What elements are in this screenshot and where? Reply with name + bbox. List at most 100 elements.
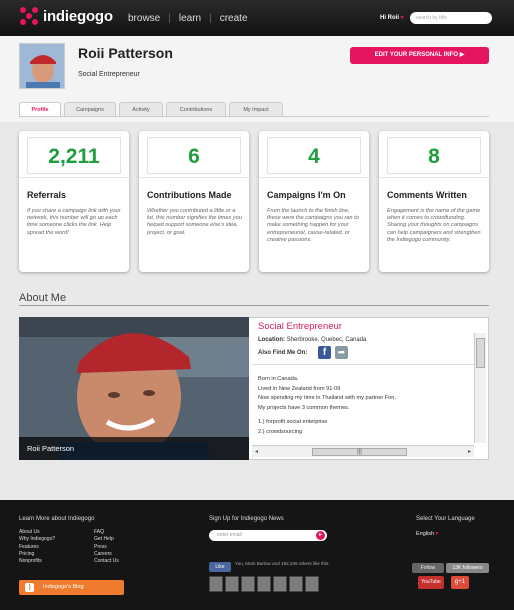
stat-value: 2,211	[27, 137, 121, 174]
language-value: English	[416, 531, 435, 537]
divider	[259, 177, 369, 178]
youtube-icon[interactable]: YouTube	[418, 576, 444, 589]
indiegogo-logo[interactable]: indiegogo	[20, 7, 113, 25]
avatar[interactable]	[209, 576, 223, 592]
language-title: Select Your Language	[416, 516, 475, 522]
bio-line: Born in Canada.	[258, 376, 299, 382]
nav-create[interactable]: create	[220, 13, 248, 24]
profile-role: Social Entrepreneur	[78, 71, 140, 78]
top-navbar: indiegogo browse | learn | create Hi Roi…	[0, 0, 514, 36]
footer-link[interactable]: Why Indiegogo?	[19, 536, 55, 543]
scroll-left-icon[interactable]: ◂	[255, 448, 258, 455]
twitter-follow-button[interactable]: Follow	[412, 563, 444, 573]
search-input[interactable]: search by title	[410, 12, 492, 24]
stat-card-comments: 8 Comments Written Engagement is the nam…	[379, 131, 489, 272]
stat-value: 4	[267, 137, 361, 174]
tab-my-impact[interactable]: My Impact	[229, 102, 283, 116]
profile-tabs: Profile Campaigns Activity Contributions…	[19, 102, 286, 116]
like-text: You, Mark Barlow and 192,345 others like…	[235, 561, 330, 566]
main-nav: browse | learn | create	[128, 13, 248, 24]
tab-contributions[interactable]: Contributions	[166, 102, 226, 116]
scroll-thumb[interactable]	[476, 338, 485, 368]
bio-line: 2.) crowdsourcing	[258, 428, 303, 435]
stat-value: 6	[147, 137, 241, 174]
stat-card-contributions: 6 Contributions Made Whether you contrib…	[139, 131, 249, 272]
scroll-thumb[interactable]: |||	[312, 448, 407, 456]
footer-links-col2: FAQ Get Help Press Careers Contact Us	[94, 529, 119, 565]
vertical-scrollbar[interactable]	[474, 333, 486, 443]
avatar[interactable]	[289, 576, 303, 592]
scroll-right-icon[interactable]: ▸	[468, 448, 471, 455]
about-title: Social Entrepreneur	[258, 321, 342, 332]
stat-value: 8	[387, 137, 481, 174]
stat-label: Campaigns I'm On	[267, 190, 346, 200]
footer-link[interactable]: Nonprofits	[19, 558, 55, 565]
stat-label: Referrals	[27, 190, 67, 200]
stat-card-campaigns: 4 Campaigns I'm On From the launch to th…	[259, 131, 369, 272]
footer-link[interactable]: Get Help	[94, 536, 119, 543]
stat-description: From the launch to the finish line, thes…	[267, 208, 359, 243]
tab-campaigns[interactable]: Campaigns	[64, 102, 116, 116]
horizontal-scrollbar[interactable]: ◂ ||| ▸	[252, 445, 474, 457]
user-menu[interactable]: Hi Roii ▾	[380, 14, 404, 21]
footer-link[interactable]: Careers	[94, 551, 119, 558]
rss-icon: )	[25, 583, 34, 592]
stat-description: Engagement is the name of the game when …	[387, 208, 481, 243]
logo-text: indiegogo	[43, 7, 113, 25]
avatar[interactable]	[257, 576, 271, 592]
divider	[379, 177, 489, 178]
chevron-down-icon: ▾	[435, 531, 439, 537]
stat-label: Comments Written	[387, 190, 467, 200]
newsletter-title: Sign Up for Indiegogo News	[209, 516, 284, 522]
google-plus-button[interactable]: g+1	[451, 576, 469, 589]
bio-line: My projects have 3 common themes.	[258, 404, 350, 411]
nav-learn[interactable]: learn	[179, 13, 201, 24]
bio-line: Now spending my time in Thailand with my…	[258, 395, 396, 402]
edit-info-button[interactable]: EDIT YOUR PERSONAL INFO ▶	[350, 47, 489, 64]
avatar[interactable]	[273, 576, 287, 592]
photo-caption: Roii Patterson	[19, 437, 249, 460]
stat-description: Whether you contributed a little or a lo…	[147, 208, 242, 236]
divider	[252, 364, 474, 365]
tab-profile[interactable]: Profile	[19, 102, 61, 116]
footer-link[interactable]: Features	[19, 544, 55, 551]
nav-separator: |	[168, 13, 171, 24]
avatar[interactable]	[225, 576, 239, 592]
share-icon[interactable]: ➦	[335, 346, 348, 359]
followers-count: 13K followers	[446, 563, 489, 573]
tab-divider	[19, 116, 489, 117]
tab-activity[interactable]: Activity	[119, 102, 163, 116]
avatar[interactable]	[305, 576, 319, 592]
find-me-label: Also Find Me On:	[258, 350, 308, 356]
blog-button[interactable]: Indiegogo's Blog	[19, 580, 124, 595]
avatar	[19, 43, 65, 89]
stat-card-referrals: 2,211 Referrals If you share a campaign …	[19, 131, 129, 272]
footer-link[interactable]: Press	[94, 544, 119, 551]
nav-browse[interactable]: browse	[128, 13, 160, 24]
location: Location: Sherbrooke, Quebec, Canada	[258, 337, 366, 343]
logo-icon	[20, 7, 38, 25]
section-title: About Me	[19, 292, 67, 304]
user-greeting: Hi Roii	[380, 15, 399, 21]
email-field[interactable]: enter email	[209, 530, 327, 541]
footer-link[interactable]: FAQ	[94, 529, 119, 536]
profile-name: Roii Patterson	[78, 45, 173, 61]
profile-photo: Roii Patterson	[19, 317, 249, 460]
footer-links-col1: About Us Why Indiegogo? Features Pricing…	[19, 529, 55, 565]
stat-label: Contributions Made	[147, 190, 232, 200]
submit-arrow-icon[interactable]: ▸	[316, 531, 325, 540]
language-select[interactable]: English ▾	[416, 531, 438, 537]
chevron-down-icon: ▾	[400, 15, 404, 21]
bio-text: Born in Canada. Lived in New Zealand fro…	[258, 375, 470, 438]
footer-link[interactable]: Pricing	[19, 551, 55, 558]
avatar[interactable]	[241, 576, 255, 592]
footer-link[interactable]: About Us	[19, 529, 55, 536]
footer-learn-title: Learn More about Indiegogo	[19, 516, 95, 522]
footer-link[interactable]: Contact Us	[94, 558, 119, 565]
location-value: Sherbrooke, Quebec, Canada	[286, 337, 367, 343]
stat-description: If you share a campaign link with your n…	[27, 208, 121, 236]
facebook-like-button[interactable]: Like	[209, 562, 231, 572]
divider	[139, 177, 249, 178]
facebook-icon[interactable]: f	[318, 346, 331, 359]
bio-line: Lived in New Zealand from 91-09	[258, 385, 341, 392]
